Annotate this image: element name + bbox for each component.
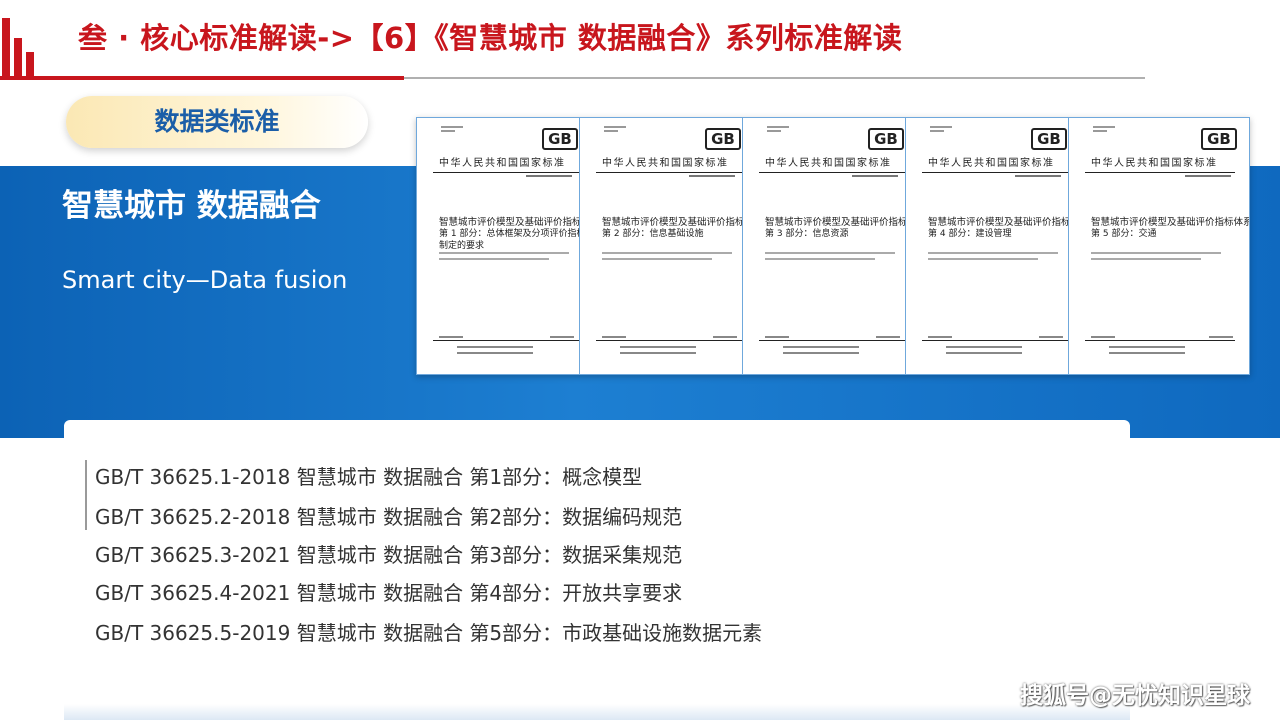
document-title-line: 制定的要求 xyxy=(439,241,485,251)
document-national-title: 中华人民共和国国家标准 xyxy=(928,158,1055,169)
watermark: 搜狐号@无忧知识星球 xyxy=(1020,683,1250,709)
gb-logo-icon: GB xyxy=(705,128,741,150)
section-title-en: Smart city—Data fusion xyxy=(62,266,348,294)
card-bottom-fade xyxy=(64,704,1130,720)
standard-document-cover: GB 中华人民共和国国家标准 智慧城市评价模型及基础评价指标体系 第 2 部分：… xyxy=(579,117,754,375)
header-divider-gray xyxy=(404,77,1145,79)
category-pill: 数据类标准 xyxy=(66,96,368,148)
document-title-line: 第 5 部分：交通 xyxy=(1091,229,1157,239)
standard-document-cover: GB 中华人民共和国国家标准 智慧城市评价模型及基础评价指标体系 第 3 部分：… xyxy=(742,117,917,375)
page-title: 叁 · 核心标准解读->【6】《智慧城市 数据融合》系列标准解读 xyxy=(78,21,903,55)
document-national-title: 中华人民共和国国家标准 xyxy=(439,158,566,169)
standard-documents-gallery: GB 中华人民共和国国家标准 智慧城市评价模型及基础评价指标体系 第 1 部分：… xyxy=(416,117,1250,375)
list-item: GB/T 36625.3-2021 智慧城市 数据融合 第3部分：数据采集规范 xyxy=(95,543,683,567)
list-item: GB/T 36625.2-2018 智慧城市 数据融合 第2部分：数据编码规范 xyxy=(95,505,683,529)
list-item: GB/T 36625.4-2021 智慧城市 数据融合 第4部分：开放共享要求 xyxy=(95,581,683,605)
gb-logo-icon: GB xyxy=(868,128,904,150)
list-item: GB/T 36625.5-2019 智慧城市 数据融合 第5部分：市政基础设施数… xyxy=(95,621,763,645)
gb-logo-icon: GB xyxy=(542,128,578,150)
gb-logo-icon: GB xyxy=(1031,128,1067,150)
document-national-title: 中华人民共和国国家标准 xyxy=(602,158,729,169)
document-title-line: 第 2 部分：信息基础设施 xyxy=(602,229,704,239)
list-accent-bar xyxy=(85,460,87,530)
gb-logo-icon: GB xyxy=(1201,128,1237,150)
document-title-line: 第 4 部分：建设管理 xyxy=(928,229,1012,239)
section-title-zh: 智慧城市 数据融合 xyxy=(62,188,321,224)
standard-document-cover: GB 中华人民共和国国家标准 智慧城市评价模型及基础评价指标体系 第 4 部分：… xyxy=(905,117,1080,375)
list-item: GB/T 36625.1-2018 智慧城市 数据融合 第1部分：概念模型 xyxy=(95,465,643,489)
header-divider-red xyxy=(0,76,404,80)
document-title-line: 第 3 部分：信息资源 xyxy=(765,229,849,239)
standard-document-cover: GB 中华人民共和国国家标准 智慧城市评价模型及基础评价指标体系 第 5 部分：… xyxy=(1068,117,1250,375)
standard-document-cover: GB 中华人民共和国国家标准 智慧城市评价模型及基础评价指标体系 第 1 部分：… xyxy=(416,117,591,375)
document-national-title: 中华人民共和国国家标准 xyxy=(765,158,892,169)
document-national-title: 中华人民共和国国家标准 xyxy=(1091,158,1218,169)
logo-mark xyxy=(0,18,34,78)
